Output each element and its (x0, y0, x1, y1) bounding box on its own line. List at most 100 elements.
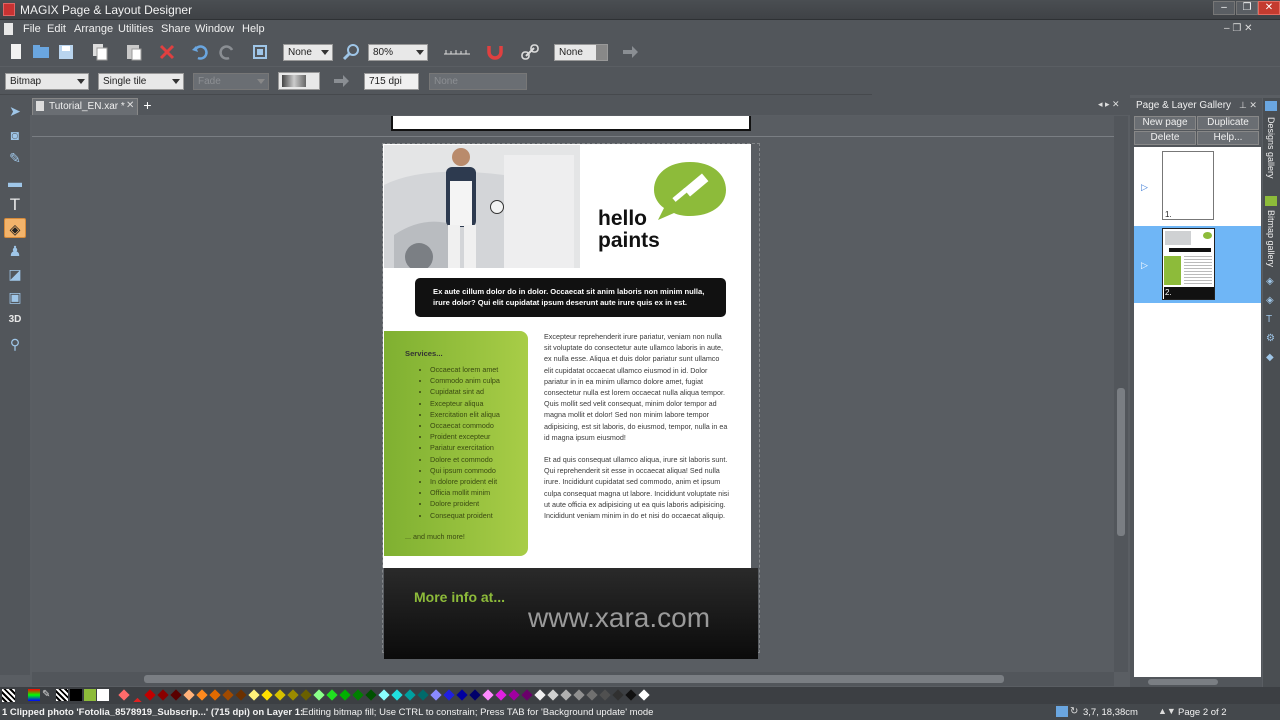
menu-arrange[interactable]: Arrange (74, 23, 113, 35)
zoom-select[interactable]: 80% (368, 44, 428, 61)
status-hint: Editing bitmap fill; Use CTRL to constra… (302, 707, 654, 718)
page2-expand-icon[interactable]: ▷ (1141, 260, 1148, 271)
page-nav-icon[interactable]: ▲▼ (1158, 706, 1176, 716)
save-icon[interactable] (56, 42, 76, 62)
link-icon[interactable] (520, 42, 540, 62)
text-tool-icon[interactable]: T (4, 195, 26, 215)
zoom-tool-icon[interactable]: ⚲ (4, 334, 26, 354)
service-item: Pariatur exercitation (430, 442, 500, 453)
transparency-select[interactable]: None (554, 44, 608, 61)
black-swatch[interactable] (70, 689, 82, 701)
bitmap-gallery-icon[interactable] (1265, 196, 1277, 206)
document-icon[interactable] (4, 23, 13, 35)
vertical-scroll-thumb[interactable] (1117, 388, 1125, 536)
snap-status-icon[interactable] (1056, 706, 1068, 717)
service-item: Consequat proident (430, 510, 500, 521)
apply-arrow-icon[interactable] (620, 42, 640, 62)
color-editor-icon[interactable] (28, 689, 40, 701)
feather-select[interactable]: None (283, 44, 333, 61)
help-button[interactable]: Help... (1197, 131, 1259, 145)
menu-window[interactable]: Window (195, 23, 234, 35)
undo-icon[interactable] (190, 42, 210, 62)
page-boundary-line (32, 136, 1114, 137)
maximize-button[interactable]: ❐ (1236, 1, 1258, 15)
duplicate-button[interactable]: Duplicate (1197, 116, 1259, 130)
app-icon[interactable] (3, 3, 15, 16)
document-tabbar (30, 95, 1130, 115)
menu-bar (0, 20, 1280, 39)
fill-drag-handle[interactable] (490, 200, 504, 214)
transparency-tool-icon[interactable]: ♟ (4, 241, 26, 261)
menu-help[interactable]: Help (242, 23, 265, 35)
snap-magnet-icon[interactable] (485, 42, 505, 62)
fill-none-field[interactable]: None (429, 73, 527, 90)
bitmap-picker[interactable] (278, 72, 320, 90)
vertical-scrollbar[interactable] (1114, 116, 1128, 672)
designs-gallery-icon[interactable] (1265, 101, 1277, 111)
3d-tool-icon[interactable]: 3D (4, 310, 26, 330)
service-item: Occaecat commodo (430, 420, 500, 431)
eyedropper-icon[interactable]: ✎ (42, 689, 50, 700)
delete-button[interactable]: Delete (1134, 131, 1196, 145)
service-item: Dolore proident (430, 498, 500, 509)
no-color-icon[interactable] (2, 689, 15, 702)
tab-nav-icon[interactable]: ◂ ▸ ✕ (1098, 99, 1120, 110)
white-swatch[interactable] (97, 689, 109, 701)
selector-tool-icon[interactable]: ➤ (4, 101, 26, 121)
gallery-scrollbar[interactable] (1134, 677, 1261, 687)
menu-file[interactable]: File (23, 23, 41, 35)
gallery-pin-icon[interactable]: ⊥ ✕ (1239, 100, 1257, 111)
menu-utilities[interactable]: Utilities (118, 23, 153, 35)
services-list: Occaecat lorem amet Commodo anim culpa C… (430, 364, 500, 521)
new-page-button[interactable]: New page (1134, 116, 1196, 130)
mould-tool-icon[interactable]: ▣ (4, 287, 26, 307)
swatch-strip[interactable] (118, 688, 718, 702)
minimize-button[interactable]: – (1213, 1, 1235, 15)
tab-tutorial[interactable]: Tutorial_EN.xar * (32, 98, 138, 115)
footer-band: More info at... www.xara.com (384, 568, 758, 659)
paste-icon[interactable] (124, 42, 144, 62)
side-tab-designs[interactable]: Designs gallery (1266, 117, 1276, 179)
fill-type-select[interactable]: Bitmap (5, 73, 89, 90)
side-tab-bitmap[interactable]: Bitmap gallery (1266, 210, 1276, 267)
menu-edit[interactable]: Edit (47, 23, 66, 35)
page-thumb-1-label: 1. (1165, 210, 1172, 219)
horizontal-scrollbar[interactable] (32, 672, 1114, 686)
horizontal-scroll-thumb[interactable] (144, 675, 1004, 683)
service-item: Qui ipsum commodo (430, 465, 500, 476)
new-tab-icon[interactable]: + (140, 98, 155, 113)
copy-icon[interactable] (90, 42, 110, 62)
open-icon[interactable] (31, 42, 51, 62)
body-text: Excepteur reprehenderit irure pariatur, … (544, 331, 729, 521)
tiling-select[interactable]: Single tile (98, 73, 184, 90)
page-expand-icon[interactable]: ▷ (1141, 182, 1148, 193)
doc-window-controls[interactable]: – ❐ ✕ (1224, 23, 1252, 34)
delete-icon[interactable] (157, 42, 177, 62)
new-icon[interactable] (6, 42, 26, 62)
ruler-icon[interactable] (442, 42, 472, 62)
toolbar-filler (872, 67, 1280, 95)
close-button[interactable]: ✕ (1258, 1, 1280, 15)
side-gallery-icons[interactable]: ◈ ◈ T ⚙ ◆ (1266, 272, 1275, 367)
rectangle-tool-icon[interactable]: ▬ (4, 172, 26, 192)
zoom-icon[interactable] (342, 42, 362, 62)
none-swatch[interactable] (56, 689, 68, 701)
photo-tool-icon[interactable]: ◙ (4, 125, 26, 145)
fill-tool-icon[interactable]: ◈ (4, 218, 26, 238)
freehand-tool-icon[interactable]: ✎ (4, 148, 26, 168)
service-item: Proident excepteur (430, 431, 500, 442)
headline: hello paints (598, 208, 660, 252)
refresh-status-icon[interactable]: ↻ (1070, 706, 1078, 717)
menu-share[interactable]: Share (161, 23, 190, 35)
fill-arrow-icon[interactable] (331, 71, 351, 91)
shadow-tool-icon[interactable]: ◪ (4, 264, 26, 284)
transform-icon[interactable] (250, 42, 270, 62)
redo-icon[interactable] (217, 42, 237, 62)
clipped-photo[interactable] (384, 145, 580, 268)
effect-select[interactable]: Fade (193, 73, 269, 90)
status-coords: 3,7, 18,38cm (1083, 707, 1138, 718)
services-panel: Services... Occaecat lorem amet Commodo … (384, 331, 528, 556)
green-swatch[interactable] (84, 689, 96, 701)
tab-close-icon[interactable]: ✕ (126, 100, 134, 111)
dpi-field[interactable]: 715 dpi (364, 73, 419, 90)
